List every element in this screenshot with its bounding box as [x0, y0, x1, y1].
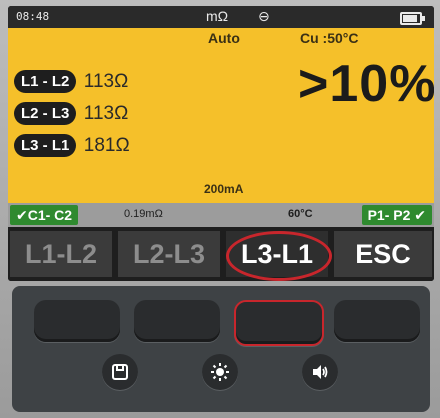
save-icon	[112, 364, 128, 380]
mode-label: Auto	[208, 30, 240, 46]
reading-value: 113Ω	[83, 102, 129, 124]
reading-row: L1 - L2 113Ω	[14, 70, 128, 96]
function-key-3[interactable]	[234, 300, 324, 346]
reading-row: L2 - L3 113Ω	[14, 102, 128, 128]
softkey-l3-l1[interactable]: L3-L1	[226, 231, 328, 277]
function-key-2[interactable]	[134, 300, 220, 342]
brightness-icon	[211, 363, 229, 381]
display-screen: 08:48 mΩ ⊖ Auto Cu :50°C >10% L1 - L2 11…	[8, 6, 434, 281]
reading-value: 181Ω	[83, 134, 130, 156]
save-button[interactable]	[102, 354, 138, 390]
function-key-4[interactable]	[334, 300, 420, 342]
softkey-esc[interactable]: ESC	[334, 231, 432, 277]
softkey-l1-l2[interactable]: L1-L2	[10, 231, 112, 277]
softkey-bar: L1-L2 L2-L3 L3-L1 ESC	[8, 227, 434, 281]
brightness-button[interactable]	[202, 354, 238, 390]
status-bar: 08:48 mΩ ⊖	[8, 6, 434, 28]
test-current: 200mA	[204, 182, 244, 196]
keypad	[12, 286, 430, 412]
info-strip: ✔C1- C2 0.19mΩ 60°C P1- P2 ✔	[8, 203, 434, 227]
clock: 08:48	[16, 10, 50, 23]
volume-button[interactable]	[302, 354, 338, 390]
main-result: >10%	[298, 55, 434, 113]
measurement-panel: Auto Cu :50°C >10% L1 - L2 113Ω L2 - L3 …	[8, 28, 434, 203]
softkey-l2-l3[interactable]: L2-L3	[118, 231, 220, 277]
reading-row: L3 - L1 181Ω	[14, 134, 130, 160]
c1-c2-check-badge: ✔C1- C2	[10, 205, 79, 225]
pair-badge: L3 - L1	[14, 134, 77, 157]
temperature-reading: 60°C	[288, 208, 313, 220]
battery-level	[403, 15, 417, 22]
p1-p2-check-badge: P1- P2 ✔	[361, 205, 432, 225]
pair-badge: L1 - L2	[14, 70, 77, 93]
material-label: Cu :50°C	[300, 30, 359, 46]
lead-resistance: 0.19mΩ	[124, 208, 163, 220]
phase-icon: ⊖	[258, 8, 270, 24]
pair-badge: L2 - L3	[14, 102, 77, 125]
speaker-icon	[313, 365, 328, 379]
meter-device: 08:48 mΩ ⊖ Auto Cu :50°C >10% L1 - L2 11…	[0, 0, 440, 418]
unit-indicator: mΩ	[206, 8, 229, 24]
battery-icon	[400, 12, 425, 25]
function-key-1[interactable]	[34, 300, 120, 342]
reading-value: 113Ω	[83, 70, 129, 92]
